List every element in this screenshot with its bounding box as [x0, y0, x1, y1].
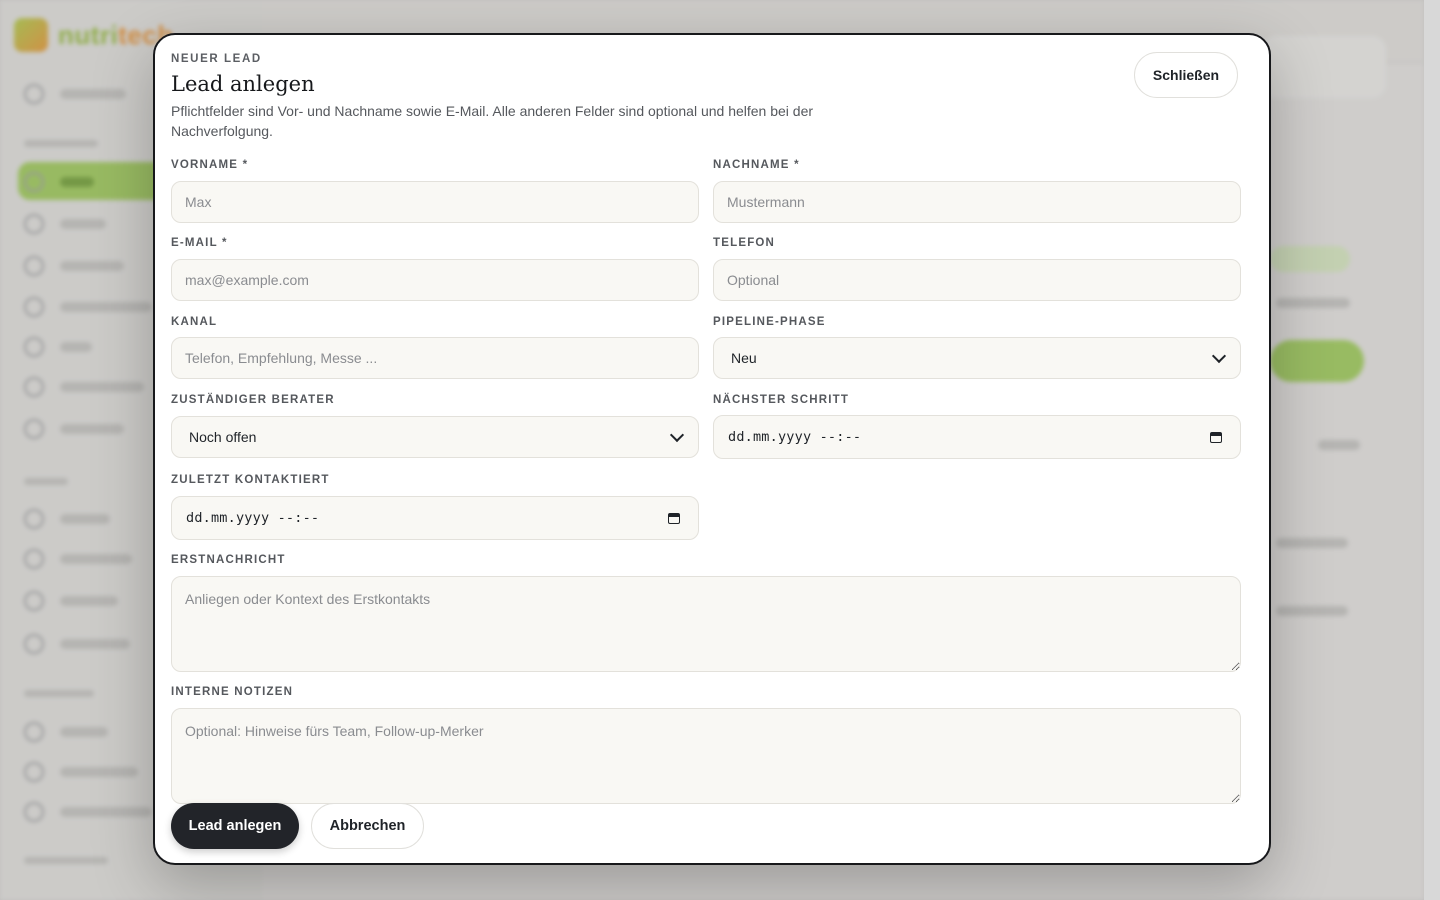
channel-input[interactable] [171, 337, 699, 379]
advisor-select[interactable]: Noch offen [171, 416, 699, 458]
modal-description: Pflichtfelder sind Vor- und Nachname sow… [171, 103, 814, 139]
advisor-label: ZUSTÄNDIGER BERATER [171, 394, 335, 406]
create-lead-button[interactable]: Lead anlegen [171, 803, 299, 849]
internal-notes-textarea[interactable] [171, 708, 1241, 804]
calendar-icon[interactable] [668, 512, 680, 524]
last-contacted-datetime-input[interactable]: dd.mm.yyyy --:-- [171, 496, 699, 540]
channel-label: KANAL [171, 316, 218, 328]
pipeline-phase-select[interactable]: Neu [713, 337, 1241, 379]
first-name-label: VORNAME * [171, 159, 249, 171]
email-input[interactable] [171, 259, 699, 301]
first-name-input[interactable] [171, 181, 699, 223]
last-contacted-value: dd.mm.yyyy --:-- [186, 510, 320, 526]
first-message-wrapper [171, 576, 1241, 672]
modal-title: Lead anlegen [171, 72, 315, 96]
email-label: E-MAIL * [171, 237, 228, 249]
chevron-down-icon [1211, 348, 1227, 363]
internal-notes-wrapper [171, 708, 1241, 804]
close-button[interactable]: Schließen [1134, 52, 1238, 98]
last-name-label: NACHNAME * [713, 159, 800, 171]
create-lead-modal: NEUER LEAD Lead anlegen Pflichtfelder si… [153, 33, 1271, 865]
last-name-input[interactable] [713, 181, 1241, 223]
pipeline-phase-label: PIPELINE-PHASE [713, 316, 826, 328]
cancel-button[interactable]: Abbrechen [311, 803, 424, 849]
phone-label: TELEFON [713, 237, 776, 249]
advisor-value: Noch offen [189, 429, 257, 445]
calendar-icon[interactable] [1210, 431, 1222, 443]
chevron-down-icon [669, 427, 685, 442]
modal-eyebrow: NEUER LEAD [171, 53, 262, 65]
next-step-datetime-input[interactable]: dd.mm.yyyy --:-- [713, 415, 1241, 459]
first-message-textarea[interactable] [171, 576, 1241, 672]
next-step-label: NÄCHSTER SCHRITT [713, 394, 850, 406]
first-message-label: ERSTNACHRICHT [171, 554, 286, 566]
internal-notes-label: INTERNE NOTIZEN [171, 686, 294, 698]
pipeline-phase-value: Neu [731, 350, 757, 366]
next-step-value: dd.mm.yyyy --:-- [728, 429, 862, 445]
last-contacted-label: ZULETZT KONTAKTIERT [171, 474, 330, 486]
phone-input[interactable] [713, 259, 1241, 301]
